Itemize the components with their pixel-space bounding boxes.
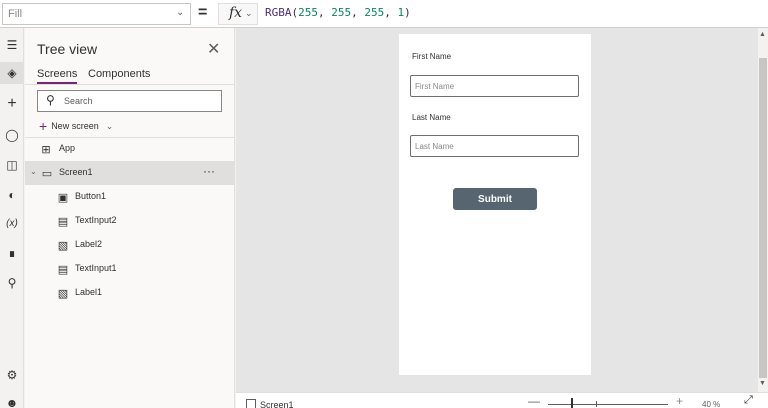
last-name-label: Last Name <box>412 113 451 122</box>
formula-function: RGBA <box>265 6 292 19</box>
plus-icon: + <box>39 118 48 134</box>
hamburger-icon[interactable]: ☰ <box>0 34 24 56</box>
layers-icon[interactable]: ◈ <box>0 62 24 84</box>
search-input[interactable]: ⚲ Search <box>37 90 222 112</box>
formula-separator: , <box>318 6 332 19</box>
tree-node-label2[interactable]: ▧ Label2 <box>25 233 235 257</box>
node-label: Label1 <box>75 287 103 297</box>
equals-sign: = <box>198 4 208 21</box>
node-label: Button1 <box>75 191 107 201</box>
label-icon: ▧ <box>57 239 69 252</box>
zoom-level: 40 % <box>702 400 721 408</box>
last-name-input[interactable]: Last Name <box>410 135 579 157</box>
zoom-out-icon[interactable]: — <box>528 394 540 408</box>
app-icon: ⊞ <box>41 143 51 156</box>
database-icon[interactable]: ◯ <box>0 124 24 146</box>
current-screen-label: Screen1 <box>260 400 294 408</box>
first-name-label: First Name <box>412 52 452 61</box>
chevron-down-icon: ⌄ <box>176 7 185 18</box>
button-icon: ▣ <box>57 191 69 204</box>
formula-input[interactable]: RGBA(255, 255, 255, 1) <box>265 6 411 19</box>
screen-checkbox[interactable] <box>246 399 256 408</box>
formula-green: 255 <box>331 6 352 19</box>
zoom-in-icon[interactable]: + <box>676 394 683 408</box>
search-placeholder: Search <box>64 96 93 106</box>
scroll-up-icon[interactable]: ▲ <box>759 31 766 38</box>
zoom-slider[interactable] <box>548 404 668 405</box>
textinput-icon: ▤ <box>57 263 69 276</box>
node-label: Label2 <box>75 239 103 249</box>
account-icon[interactable]: ☻ <box>0 392 24 408</box>
left-rail: ☰ ◈ + ◯ ◫ ◐ (x) ∎ ⚲ ⚙ ☻ <box>0 28 24 408</box>
tree-node-button1[interactable]: ▣ Button1 <box>25 185 235 209</box>
tree-view-panel: Tree view ✕ Screens Components ⚲ Search … <box>25 28 235 408</box>
tree-node-screen1[interactable]: ⌄ ▭ Screen1 ··· <box>25 161 235 185</box>
fx-icon: fx <box>229 5 243 21</box>
formula-bar: Fill ⌄ = fx ⌄ RGBA(255, 255, 255, 1) <box>0 0 768 28</box>
node-label: App <box>59 143 76 153</box>
search-icon: ⚲ <box>46 93 55 107</box>
divider <box>25 84 235 85</box>
tools-icon[interactable]: ∎ <box>0 242 24 264</box>
last-name-placeholder: Last Name <box>415 142 454 151</box>
node-label: TextInput2 <box>75 215 117 225</box>
scroll-down-icon[interactable]: ▼ <box>759 380 766 387</box>
variables-icon[interactable]: (x) <box>0 212 24 234</box>
vertical-scrollbar[interactable]: ▲ ▼ <box>758 28 768 392</box>
panel-title: Tree view <box>37 41 98 57</box>
function-button[interactable]: fx ⌄ <box>218 3 258 25</box>
chevron-down-icon: ⌄ <box>245 8 253 18</box>
tree-node-label1[interactable]: ▧ Label1 <box>25 281 235 305</box>
first-name-placeholder: First Name <box>415 82 455 91</box>
status-bar: Screen1 — + 40 % ⤢ <box>236 392 768 408</box>
tree-node-textinput2[interactable]: ▤ TextInput2 <box>25 209 235 233</box>
node-label: Screen1 <box>59 167 93 177</box>
formula-separator: , <box>351 6 365 19</box>
search-icon[interactable]: ⚲ <box>0 272 24 294</box>
first-name-input[interactable]: First Name <box>410 75 579 97</box>
plus-icon[interactable]: + <box>0 93 24 115</box>
property-value: Fill <box>8 8 23 20</box>
more-options-icon[interactable]: ··· <box>203 164 215 178</box>
new-screen-label: New screen <box>51 121 99 131</box>
submit-button[interactable]: Submit <box>453 188 537 210</box>
close-icon[interactable]: ✕ <box>207 39 220 59</box>
formula-red: 255 <box>298 6 318 19</box>
settings-icon[interactable]: ⚙ <box>0 364 24 386</box>
expand-icon[interactable]: ⤢ <box>744 394 753 407</box>
media-icon[interactable]: ◫ <box>0 154 24 176</box>
screen-icon: ▭ <box>41 167 53 180</box>
chevron-down-icon: ⌄ <box>30 167 37 176</box>
scrollbar-thumb[interactable] <box>759 58 767 378</box>
chevron-down-icon: ⌄ <box>105 120 114 131</box>
app-screen[interactable]: First Name First Name Last Name Last Nam… <box>399 34 591 375</box>
zoom-tick <box>596 401 597 407</box>
property-dropdown[interactable]: Fill ⌄ <box>2 3 191 25</box>
tree-node-app[interactable]: ⊞ App <box>25 137 235 161</box>
label-icon: ▧ <box>57 287 69 300</box>
theme-icon[interactable]: ◐ <box>0 184 24 206</box>
zoom-slider-handle[interactable] <box>571 398 573 408</box>
tree-node-textinput1[interactable]: ▤ TextInput1 <box>25 257 235 281</box>
new-screen-button[interactable]: + New screen ⌄ <box>39 118 113 134</box>
formula-separator: , <box>384 6 398 19</box>
tab-screens[interactable]: Screens <box>37 68 78 84</box>
textinput-icon: ▤ <box>57 215 69 228</box>
formula-blue: 255 <box>364 6 385 19</box>
tab-components[interactable]: Components <box>88 68 150 80</box>
formula-close-paren: ) <box>404 6 411 19</box>
node-label: TextInput1 <box>75 263 117 273</box>
